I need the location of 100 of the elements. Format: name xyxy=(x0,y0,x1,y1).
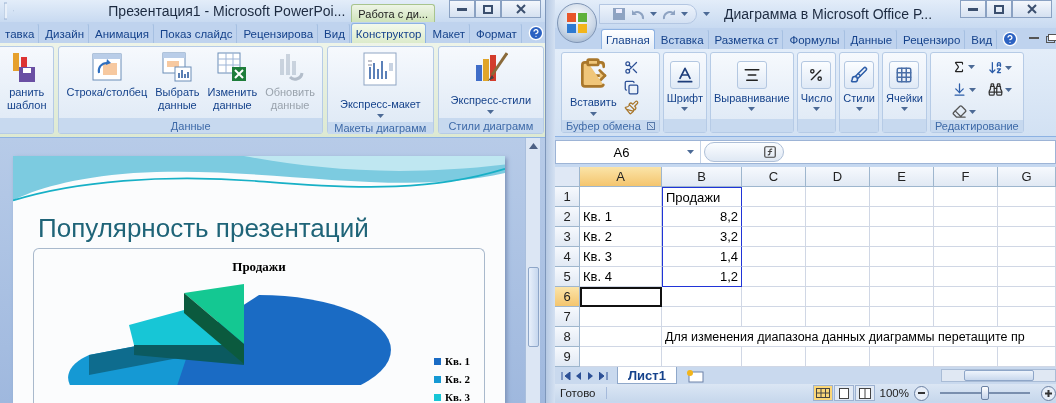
table-cell[interactable]: Продажи xyxy=(662,187,742,207)
table-cell[interactable]: 1,4 xyxy=(662,247,742,267)
table-cell[interactable] xyxy=(934,307,998,327)
table-cell[interactable] xyxy=(662,307,742,327)
table-cell[interactable] xyxy=(870,267,934,287)
ribbon-tab[interactable]: Конструктор xyxy=(350,23,427,43)
row-header[interactable]: 5 xyxy=(555,267,580,287)
table-cell[interactable] xyxy=(806,307,870,327)
page-layout-button[interactable] xyxy=(833,385,854,401)
vertical-scrollbar[interactable] xyxy=(525,138,540,403)
table-cell[interactable] xyxy=(998,207,1056,227)
table-cell[interactable] xyxy=(806,287,870,307)
first-sheet-icon[interactable] xyxy=(561,371,571,380)
table-cell[interactable]: Кв. 1 xyxy=(580,207,662,227)
close-button[interactable] xyxy=(501,0,541,18)
table-cell[interactable] xyxy=(998,287,1056,307)
paste-button[interactable]: Вставить xyxy=(566,55,621,118)
clear-button[interactable] xyxy=(950,103,977,120)
table-cell[interactable] xyxy=(742,227,806,247)
copy-button[interactable] xyxy=(622,79,640,96)
row-header[interactable]: 4 xyxy=(555,247,580,267)
table-cell[interactable] xyxy=(998,267,1056,287)
format-painter-button[interactable] xyxy=(622,99,640,116)
table-cell[interactable] xyxy=(742,187,806,207)
table-cell[interactable] xyxy=(870,187,934,207)
row-header[interactable]: 6 xyxy=(555,287,580,307)
table-cell[interactable] xyxy=(580,327,662,347)
row-header[interactable]: 9 xyxy=(555,347,580,367)
previous-sheet-icon[interactable] xyxy=(575,371,583,380)
ribbon-button[interactable]: Ячейки xyxy=(885,59,924,113)
scroll-thumb[interactable] xyxy=(527,267,539,347)
cut-button[interactable] xyxy=(622,59,640,76)
restore-icon[interactable] xyxy=(1046,34,1056,43)
row-header[interactable]: 8 xyxy=(555,327,580,347)
ribbon-button[interactable]: Выбрать данные xyxy=(152,49,203,114)
ribbon-button[interactable]: Изменить данные xyxy=(204,49,261,114)
save-icon[interactable] xyxy=(612,7,626,21)
table-cell[interactable] xyxy=(580,187,662,207)
table-cell[interactable]: Для изменения диапазона данных диаграммы перетащите пр xyxy=(662,327,1056,347)
table-cell[interactable]: Кв. 4 xyxy=(580,267,662,287)
table-cell[interactable] xyxy=(998,187,1056,207)
table-cell[interactable] xyxy=(742,307,806,327)
last-sheet-icon[interactable] xyxy=(599,371,609,380)
undo-icon[interactable] xyxy=(631,8,645,20)
minimize-button[interactable] xyxy=(449,0,475,18)
table-cell[interactable] xyxy=(870,207,934,227)
row-header[interactable]: 1 xyxy=(555,187,580,207)
zoom-out-button[interactable] xyxy=(914,385,929,401)
ribbon-button[interactable]: ранить шаблон xyxy=(4,49,50,114)
table-cell[interactable] xyxy=(742,207,806,227)
table-cell[interactable] xyxy=(934,287,998,307)
zoom-in-button[interactable] xyxy=(1041,385,1056,401)
table-cell[interactable] xyxy=(998,307,1056,327)
table-cell[interactable] xyxy=(662,287,742,307)
scroll-up-icon[interactable] xyxy=(528,143,538,149)
table-cell[interactable] xyxy=(742,267,806,287)
column-header[interactable]: C xyxy=(742,167,806,187)
table-cell[interactable]: Кв. 3 xyxy=(580,247,662,267)
sheet-tab[interactable]: Лист1 xyxy=(617,367,677,384)
ribbon-button[interactable]: Стили xyxy=(842,59,876,113)
page-break-button[interactable] xyxy=(854,385,875,401)
column-header[interactable]: D xyxy=(806,167,870,187)
table-cell[interactable] xyxy=(870,287,934,307)
scroll-thumb[interactable] xyxy=(964,370,1034,381)
ribbon-button[interactable]: Шрифт xyxy=(665,59,704,113)
close-button[interactable] xyxy=(1012,0,1052,18)
find-button[interactable] xyxy=(986,81,1013,98)
table-cell[interactable] xyxy=(806,207,870,227)
table-cell[interactable] xyxy=(870,307,934,327)
table-cell[interactable] xyxy=(870,247,934,267)
table-cell[interactable]: 8,2 xyxy=(662,207,742,227)
active-cell[interactable] xyxy=(580,287,662,307)
sort-filter-button[interactable] xyxy=(986,59,1013,76)
help-icon[interactable] xyxy=(1002,30,1019,47)
ribbon-button[interactable]: Число xyxy=(799,59,834,113)
table-cell[interactable] xyxy=(742,287,806,307)
ribbon-button[interactable]: Выравнивание xyxy=(712,59,791,113)
redo-icon[interactable] xyxy=(662,8,676,20)
row-header[interactable]: 3 xyxy=(555,227,580,247)
column-header[interactable]: F xyxy=(934,167,998,187)
ribbon-button[interactable]: Экспресс-стили xyxy=(442,49,540,116)
column-header[interactable]: G xyxy=(998,167,1056,187)
horizontal-scrollbar[interactable] xyxy=(941,369,1056,382)
table-cell[interactable] xyxy=(806,187,870,207)
table-cell[interactable] xyxy=(934,227,998,247)
table-cell[interactable]: 1,2 xyxy=(662,267,742,287)
normal-view-button[interactable] xyxy=(812,385,833,401)
minimize-icon[interactable] xyxy=(1029,37,1040,40)
table-cell[interactable] xyxy=(580,307,662,327)
table-cell[interactable] xyxy=(934,207,998,227)
ribbon-button[interactable]: Строка/столбец xyxy=(63,49,151,101)
row-header[interactable]: 2 xyxy=(555,207,580,227)
new-sheet-icon[interactable] xyxy=(684,368,705,383)
table-cell[interactable] xyxy=(998,227,1056,247)
ribbon-button[interactable]: Экспресс-макет xyxy=(332,49,429,120)
table-cell[interactable] xyxy=(806,267,870,287)
column-header[interactable]: A xyxy=(580,167,662,187)
maximize-button[interactable] xyxy=(475,0,501,18)
row-header[interactable]: 7 xyxy=(555,307,580,327)
table-cell[interactable]: 3,2 xyxy=(662,227,742,247)
